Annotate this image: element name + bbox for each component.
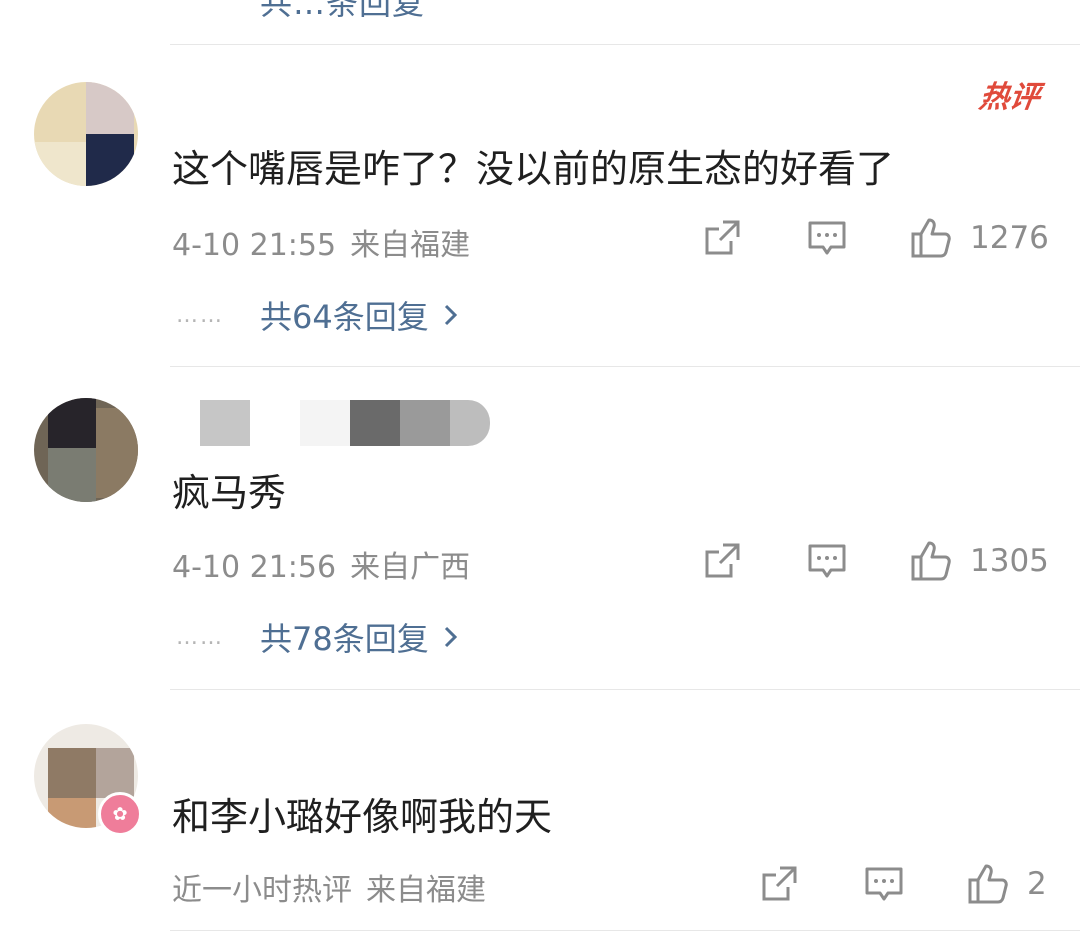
thumbs-up-icon <box>911 218 951 258</box>
avatar[interactable] <box>34 398 138 502</box>
like-button[interactable]: 1305 <box>910 539 1049 583</box>
share-button[interactable] <box>760 865 798 903</box>
comment-meta: 4-10 21:56 来自广西 <box>172 542 470 586</box>
divider <box>170 44 1080 45</box>
comment-location: 来自福建 <box>366 873 486 908</box>
comment-text: 和李小璐好像啊我的天 <box>172 795 553 839</box>
comment-time: 4-10 21:56 <box>172 550 337 585</box>
comment-text: 疯马秀 <box>172 471 287 515</box>
replies-count-label: 共64条回复 <box>260 298 429 336</box>
thumbs-up-icon <box>968 864 1008 904</box>
view-replies-link[interactable]: …… 共78条回复 <box>176 614 459 660</box>
like-count: 2 <box>1027 866 1047 902</box>
view-replies-link[interactable]: …… 共64条回复 <box>176 292 459 338</box>
like-count: 1276 <box>970 220 1049 256</box>
hot-comment-badge: 热评 <box>977 80 1042 115</box>
comment-meta: 4-10 21:55 来自福建 <box>172 220 470 264</box>
comment-text: 这个嘴唇是咋了？没以前的原生态的好看了 <box>172 147 895 191</box>
comment-location: 来自福建 <box>350 228 471 263</box>
replies-count-label: 共78条回复 <box>260 620 429 658</box>
comment-icon <box>808 544 846 578</box>
chevron-right-icon <box>444 304 457 326</box>
divider <box>170 366 1080 367</box>
share-icon <box>762 866 797 901</box>
divider <box>170 689 1080 690</box>
like-button[interactable]: 2 <box>967 862 1047 906</box>
comment-button[interactable] <box>807 219 847 259</box>
comment-button[interactable] <box>807 542 847 582</box>
previous-replies-link[interactable]: 共…条回复 <box>260 0 425 24</box>
comment-time: 4-10 21:55 <box>172 228 337 263</box>
share-button[interactable] <box>703 542 741 580</box>
share-button[interactable] <box>703 219 741 257</box>
avatar[interactable] <box>34 82 138 186</box>
divider <box>170 930 1080 931</box>
share-icon <box>705 220 740 255</box>
replies-dots: …… <box>176 624 224 650</box>
thumbs-up-icon <box>911 541 951 581</box>
username-redacted <box>152 400 490 446</box>
comment-meta: 近一小时热评 来自福建 <box>172 865 486 909</box>
like-count: 1305 <box>970 543 1049 579</box>
vip-badge-icon: ✿ <box>98 792 142 836</box>
comment-button[interactable] <box>864 865 904 905</box>
share-icon <box>705 543 740 578</box>
comment-icon <box>808 221 846 255</box>
comment-time: 近一小时热评 <box>172 873 352 908</box>
comment-location: 来自广西 <box>350 550 471 585</box>
chevron-right-icon <box>444 626 457 648</box>
like-button[interactable]: 1276 <box>910 216 1049 260</box>
replies-dots: …… <box>176 302 224 328</box>
comment-icon <box>865 867 903 901</box>
